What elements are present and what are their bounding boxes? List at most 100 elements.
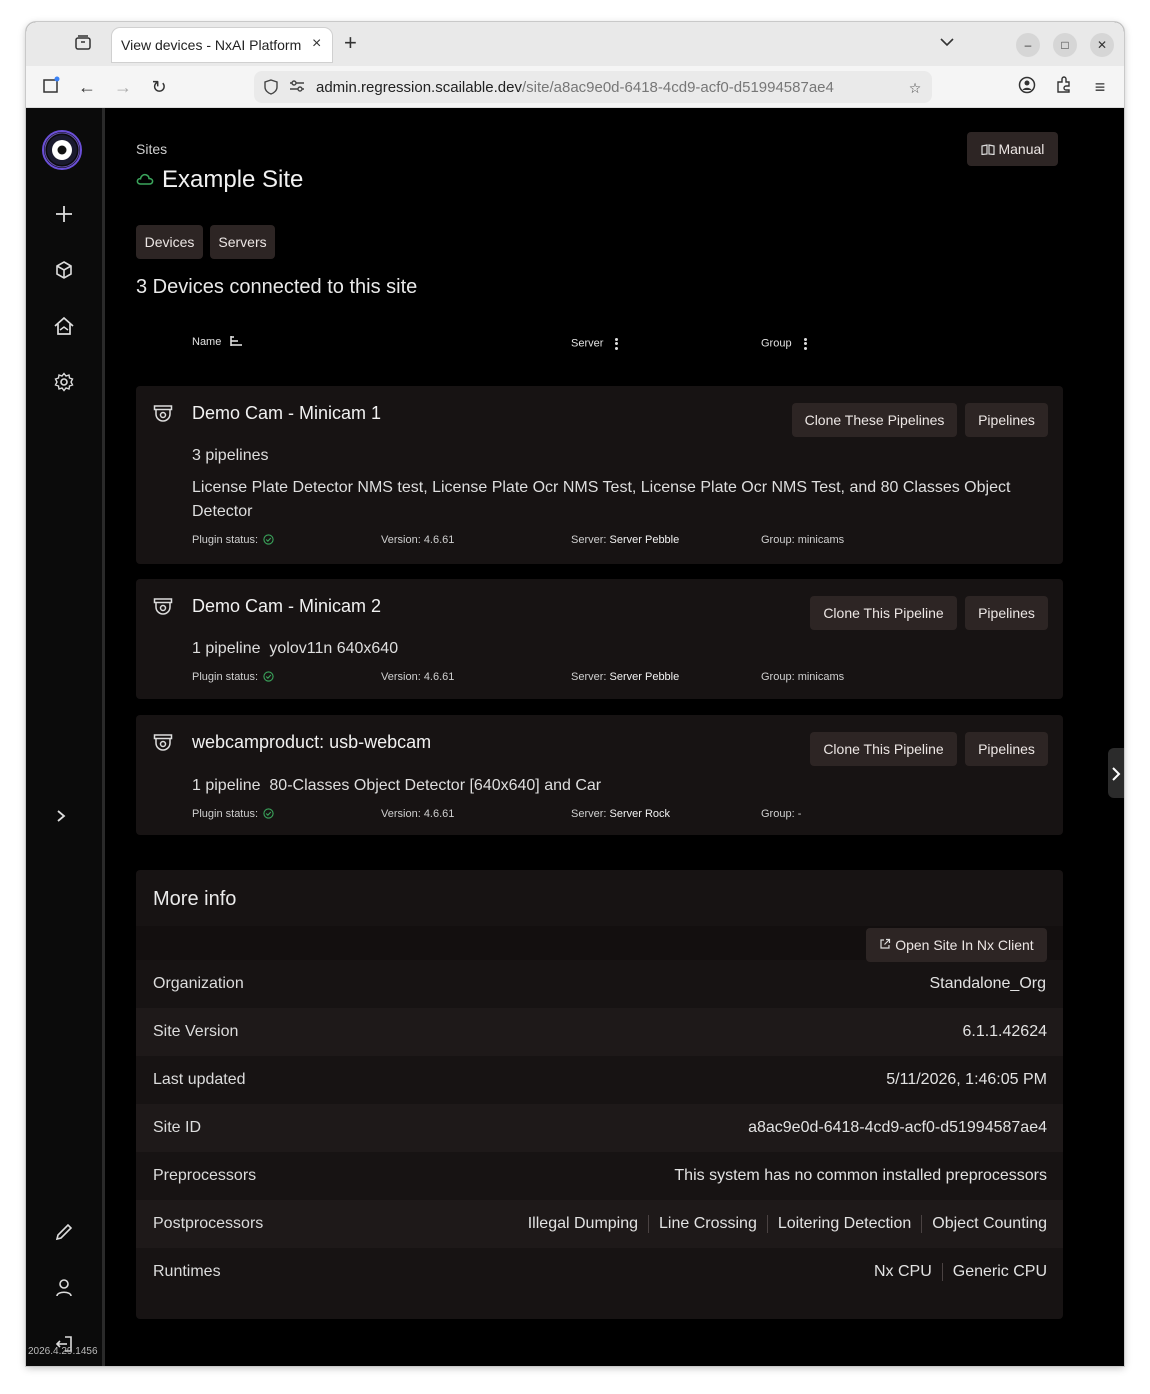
group-label: Group: bbox=[761, 534, 795, 546]
version-label: Version: bbox=[381, 808, 421, 820]
site-settings-icon[interactable] bbox=[288, 79, 306, 97]
tab-overview-icon[interactable] bbox=[74, 34, 98, 56]
url-text: admin.regression.scailable.dev/site/a8ac… bbox=[316, 79, 834, 96]
runtime-chip: Generic CPU bbox=[941, 1263, 1047, 1281]
extensions-icon[interactable] bbox=[1053, 76, 1075, 98]
home-icon[interactable] bbox=[52, 316, 76, 340]
column-header-server-label: Server bbox=[571, 337, 604, 350]
pipeline-list: License Plate Detector NMS test, License… bbox=[192, 479, 1011, 520]
server-value[interactable]: Server Pebble bbox=[610, 671, 680, 683]
pipelines-button[interactable]: Pipelines bbox=[965, 732, 1048, 766]
column-menu-icon[interactable] bbox=[615, 336, 619, 351]
server-label: Server: bbox=[571, 534, 607, 546]
info-value: a8ac9e0d-6418-4cd9-acf0-d51994587ae4 bbox=[748, 1119, 1047, 1136]
column-header-group-label: Group bbox=[761, 337, 792, 350]
pipeline-list: 80-Classes Object Detector [640x640] and… bbox=[269, 777, 602, 794]
maximize-icon[interactable]: □ bbox=[1053, 33, 1077, 57]
clone-pipeline-button[interactable]: Clone This Pipeline bbox=[810, 596, 957, 630]
device-card: Demo Cam - Minicam 2 Clone This Pipeline… bbox=[136, 579, 1063, 699]
reload-icon[interactable]: ↻ bbox=[148, 76, 170, 98]
version-value: 4.6.61 bbox=[423, 534, 455, 546]
new-tab-icon[interactable]: + bbox=[344, 32, 357, 54]
column-header-name[interactable]: Name bbox=[192, 336, 244, 348]
pipelines-button[interactable]: Pipelines bbox=[965, 403, 1048, 437]
clone-pipelines-button[interactable]: Clone These Pipelines bbox=[792, 403, 957, 437]
minimize-icon[interactable]: – bbox=[1016, 33, 1040, 57]
clone-pipeline-button[interactable]: Clone This Pipeline bbox=[810, 732, 957, 766]
info-label: Organization bbox=[153, 975, 244, 992]
tab-servers[interactable]: Servers bbox=[210, 225, 275, 259]
manual-button[interactable]: Manual bbox=[967, 132, 1058, 166]
plugin-status-label: Plugin status: bbox=[192, 671, 259, 683]
plugin-status: Plugin status: bbox=[192, 808, 274, 820]
chevron-down-icon[interactable] bbox=[940, 34, 954, 50]
info-row-site-version: Site Version 6.1.1.42624 bbox=[136, 1008, 1063, 1056]
account-icon[interactable] bbox=[1016, 76, 1038, 98]
group-value: - bbox=[797, 808, 802, 820]
server-value[interactable]: Server Rock bbox=[610, 808, 671, 820]
bookmark-star-icon[interactable]: ☆ bbox=[906, 79, 924, 97]
device-name[interactable]: Demo Cam - Minicam 1 bbox=[192, 403, 381, 424]
address-bar[interactable]: admin.regression.scailable.dev/site/a8ac… bbox=[254, 71, 932, 103]
info-value: This system has no common installed prep… bbox=[674, 1167, 1047, 1184]
plugin-status-label: Plugin status: bbox=[192, 808, 259, 820]
server-value[interactable]: Server Pebble bbox=[610, 534, 680, 546]
device-name[interactable]: Demo Cam - Minicam 2 bbox=[192, 596, 381, 617]
tab-devices[interactable]: Devices bbox=[136, 225, 203, 259]
user-icon[interactable] bbox=[52, 1278, 76, 1302]
server-label: Server: bbox=[571, 808, 607, 820]
info-value: 6.1.1.42624 bbox=[962, 1023, 1047, 1040]
chevron-right-icon bbox=[1112, 767, 1121, 781]
check-circle-icon bbox=[263, 671, 274, 682]
pipeline-count: 1 pipeline 80-Classes Object Detector [6… bbox=[192, 777, 601, 795]
camera-icon bbox=[153, 733, 173, 753]
add-icon[interactable] bbox=[52, 204, 76, 228]
url-path: /site/a8ac9e0d-6418-4cd9-acf0-d51994587a… bbox=[521, 79, 834, 96]
plugin-status-label: Plugin status: bbox=[192, 534, 259, 546]
shield-icon[interactable] bbox=[262, 79, 280, 97]
external-link-icon bbox=[880, 938, 891, 949]
back-icon[interactable]: ← bbox=[76, 76, 98, 98]
edit-pencil-icon[interactable] bbox=[52, 1222, 76, 1246]
pipelines-button[interactable]: Pipelines bbox=[965, 596, 1048, 630]
browser-tab-title: View devices - NxAI Platform bbox=[121, 37, 302, 53]
device-server: Server: Server Rock bbox=[571, 808, 670, 820]
sidebar-toggle-icon[interactable] bbox=[40, 76, 62, 98]
version-label: Version: bbox=[381, 534, 421, 546]
server-label: Server: bbox=[571, 671, 607, 683]
close-tab-icon[interactable]: × bbox=[312, 35, 321, 53]
breadcrumb-sites[interactable]: Sites bbox=[136, 141, 167, 157]
gear-icon[interactable] bbox=[52, 372, 76, 396]
menu-icon[interactable]: ≡ bbox=[1089, 76, 1111, 98]
sort-icon[interactable] bbox=[230, 336, 244, 346]
close-window-icon[interactable]: ✕ bbox=[1090, 33, 1114, 57]
runtime-chip: Nx CPU bbox=[873, 1263, 932, 1280]
forward-icon[interactable]: → bbox=[112, 76, 134, 98]
expand-sidebar-icon[interactable] bbox=[49, 808, 73, 832]
info-row-postprocessors: Postprocessors Illegal Dumping Line Cros… bbox=[136, 1200, 1063, 1248]
browser-tab-active[interactable]: View devices - NxAI Platform × bbox=[112, 28, 332, 62]
devices-heading: 3 Devices connected to this site bbox=[136, 276, 418, 298]
pipeline-list: yolov11n 640x640 bbox=[269, 640, 399, 657]
device-group: Group: minicams bbox=[761, 671, 844, 683]
cube-icon[interactable] bbox=[52, 260, 76, 284]
info-value: Standalone_Org bbox=[929, 975, 1046, 992]
column-header-group[interactable]: Group bbox=[761, 336, 807, 351]
plugin-version: Version: 4.6.61 bbox=[381, 534, 454, 546]
nxai-logo[interactable] bbox=[40, 128, 84, 172]
browser-navbar: ← → ↻ admin.regression.scailable.dev/sit… bbox=[26, 66, 1124, 108]
device-card: Demo Cam - Minicam 1 Clone These Pipelin… bbox=[136, 386, 1063, 564]
postprocessor-chip: Illegal Dumping bbox=[527, 1215, 639, 1232]
column-menu-icon[interactable] bbox=[803, 336, 807, 351]
column-header-server[interactable]: Server bbox=[571, 336, 619, 351]
version-value: 4.6.61 bbox=[423, 671, 455, 683]
device-name[interactable]: webcamproduct: usb-webcam bbox=[192, 732, 431, 753]
info-label: Preprocessors bbox=[153, 1167, 257, 1184]
pipeline-count-text: 1 pipeline bbox=[192, 777, 261, 794]
info-label: Site Version bbox=[153, 1023, 239, 1040]
expand-panel-handle[interactable] bbox=[1108, 748, 1124, 798]
manual-button-label: Manual bbox=[998, 141, 1045, 157]
open-nx-client-button[interactable]: Open Site In Nx Client bbox=[866, 928, 1047, 962]
postprocessor-chip: Loitering Detection bbox=[766, 1215, 921, 1233]
info-label: Last updated bbox=[153, 1071, 246, 1088]
